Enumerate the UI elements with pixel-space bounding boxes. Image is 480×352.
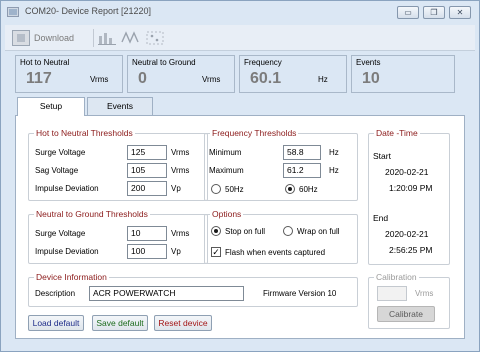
group-title: Neutral to Ground Thresholds [34,209,150,219]
waveform-icon[interactable] [121,30,141,46]
date-time-group: Date -Time Start 2020-02-21 1:20:09 PM E… [368,128,450,265]
minimum-label: Minimum [209,148,242,157]
save-default-button[interactable]: Save default [92,315,148,331]
frequency-group: Frequency Thresholds Minimum 58.8 Hz Max… [204,128,358,201]
device-report-window: COM20- Device Report [21220] ▭ ❐ ✕ Downl… [0,0,480,352]
surge-voltage-label: Surge Voltage [35,229,86,238]
window-title: COM20- Device Report [21220] [25,6,152,16]
download-icon [12,29,30,46]
start-label: Start [373,151,391,161]
readout-label: Hot to Neutral [20,58,70,67]
tab-events[interactable]: Events [87,97,153,115]
minimum-input[interactable]: 58.8 [283,145,321,160]
setup-panel: Hot to Neutral Thresholds Surge Voltage … [15,115,465,339]
firmware-version: Firmware Version 10 [263,289,337,298]
minimize-button[interactable]: ▭ [397,6,419,19]
reset-device-button[interactable]: Reset device [154,315,212,331]
group-title: Date -Time [374,128,420,138]
calibration-group: Calibration Vrms Calibrate [368,272,450,329]
group-title: Hot to Neutral Thresholds [34,128,135,138]
maximum-label: Maximum [209,166,244,175]
unit-label: Hz [329,166,339,175]
app-icon [7,7,19,17]
unit-label: Vrms [171,148,190,157]
wrap-on-full-label: Wrap on full [297,227,340,236]
readout-value: 10 [362,70,380,87]
load-default-button[interactable]: Load default [28,315,84,331]
close-button[interactable]: ✕ [449,6,471,19]
flash-label: Flash when events captured [225,248,326,257]
calibration-input[interactable] [377,286,407,301]
bar-chart-icon[interactable] [97,30,117,46]
end-time: 2:56:25 PM [389,245,433,255]
restore-button[interactable]: ❐ [423,6,445,19]
radio-wrap-on-full[interactable] [283,226,293,236]
stop-on-full-label: Stop on full [225,227,266,236]
readout-unit: Hz [318,75,328,84]
device-info-group: Device Information Description ACR POWER… [28,272,358,307]
end-date: 2020-02-21 [385,229,429,239]
readout-value: 60.1 [250,70,282,87]
end-label: End [373,213,389,223]
scatter-icon[interactable] [145,30,165,46]
neutral-to-ground-group: Neutral to Ground Thresholds Surge Volta… [28,209,208,264]
options-group: Options Stop on full Wrap on full ✓ Flas… [204,209,358,264]
maximum-input[interactable]: 61.2 [283,163,321,178]
group-title: Frequency Thresholds [210,128,299,138]
radio-stop-on-full[interactable] [211,226,221,236]
unit-label: Vp [171,184,181,193]
download-button[interactable]: Download [11,27,75,48]
start-time: 1:20:09 PM [389,183,433,193]
ng-impulse-deviation-input[interactable]: 100 [127,244,167,259]
sag-voltage-label: Sag Voltage [35,166,79,175]
toolbar: Download [5,25,475,51]
radio-50hz-label: 50Hz [225,185,244,194]
readout-label: Frequency [244,58,282,67]
readout-unit: Vrms [202,75,221,84]
readout-value: 0 [138,70,147,87]
toolbar-separator [93,29,94,47]
readout-neutral-to-ground: Neutral to Ground 0 Vrms [127,55,235,93]
calibrate-button[interactable]: Calibrate [377,306,435,322]
radio-60hz[interactable] [285,184,295,194]
readout-unit: Vrms [90,75,109,84]
hot-to-neutral-group: Hot to Neutral Thresholds Surge Voltage … [28,128,208,201]
impulse-deviation-label: Impulse Deviation [35,247,99,256]
unit-label: Vp [171,247,181,256]
group-title: Calibration [374,272,419,282]
unit-label: Vrms [415,289,434,298]
unit-label: Hz [329,148,339,157]
unit-label: Vrms [171,166,190,175]
group-title: Device Information [34,272,109,282]
readout-events: Events 10 [351,55,455,93]
surge-voltage-label: Surge Voltage [35,148,86,157]
surge-voltage-input[interactable]: 125 [127,145,167,160]
readout-label: Events [356,58,381,67]
readout-frequency: Frequency 60.1 Hz [239,55,347,93]
readout-label: Neutral to Ground [132,58,196,67]
title-bar[interactable]: COM20- Device Report [21220] ▭ ❐ ✕ [1,1,479,23]
impulse-deviation-label: Impulse Deviation [35,184,99,193]
readout-hot-to-neutral: Hot to Neutral 117 Vrms [15,55,123,93]
start-date: 2020-02-21 [385,167,429,177]
description-input[interactable]: ACR POWERWATCH [89,286,244,301]
radio-60hz-label: 60Hz [299,185,318,194]
ng-surge-voltage-input[interactable]: 10 [127,226,167,241]
tab-setup[interactable]: Setup [17,97,85,116]
readout-value: 117 [26,70,52,87]
description-label: Description [35,289,76,298]
group-title: Options [210,209,244,219]
download-label: Download [34,32,75,43]
flash-checkbox[interactable]: ✓ [211,247,221,257]
radio-50hz[interactable] [211,184,221,194]
unit-label: Vrms [171,229,190,238]
sag-voltage-input[interactable]: 105 [127,163,167,178]
impulse-deviation-input[interactable]: 200 [127,181,167,196]
